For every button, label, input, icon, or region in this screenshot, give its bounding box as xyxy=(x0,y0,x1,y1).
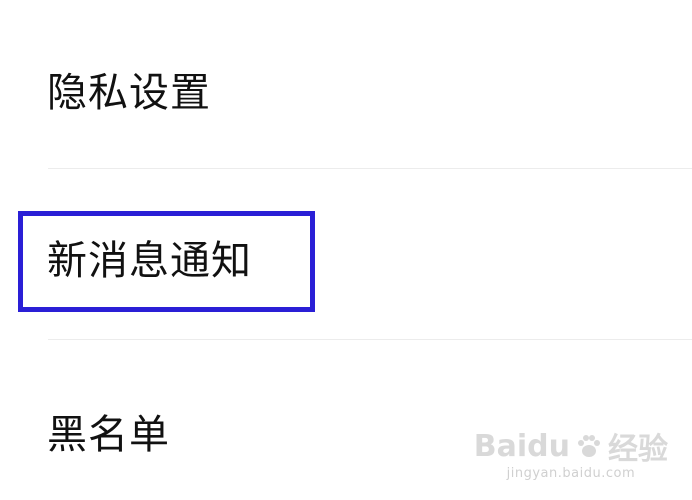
watermark-logo: Baidu 经验 xyxy=(474,424,668,468)
watermark-url: jingyan.baidu.com xyxy=(506,466,636,481)
divider xyxy=(48,168,692,169)
settings-item-label: 黑名单 xyxy=(47,412,170,458)
highlight-annotation-box xyxy=(18,211,315,312)
watermark-brand: Baidu xyxy=(473,428,570,464)
settings-item-privacy[interactable]: 隐私设置 xyxy=(0,0,692,170)
settings-page: 隐私设置 新消息通知 黑名单 Baidu 经验 jingyan.baidu.co… xyxy=(0,0,692,500)
baidu-jingyan-watermark: Baidu 经验 jingyan.baidu.com xyxy=(474,424,668,482)
watermark-brand-suffix: 经验 xyxy=(608,432,668,467)
settings-item-label: 隐私设置 xyxy=(47,70,211,116)
paw-icon xyxy=(578,435,600,457)
